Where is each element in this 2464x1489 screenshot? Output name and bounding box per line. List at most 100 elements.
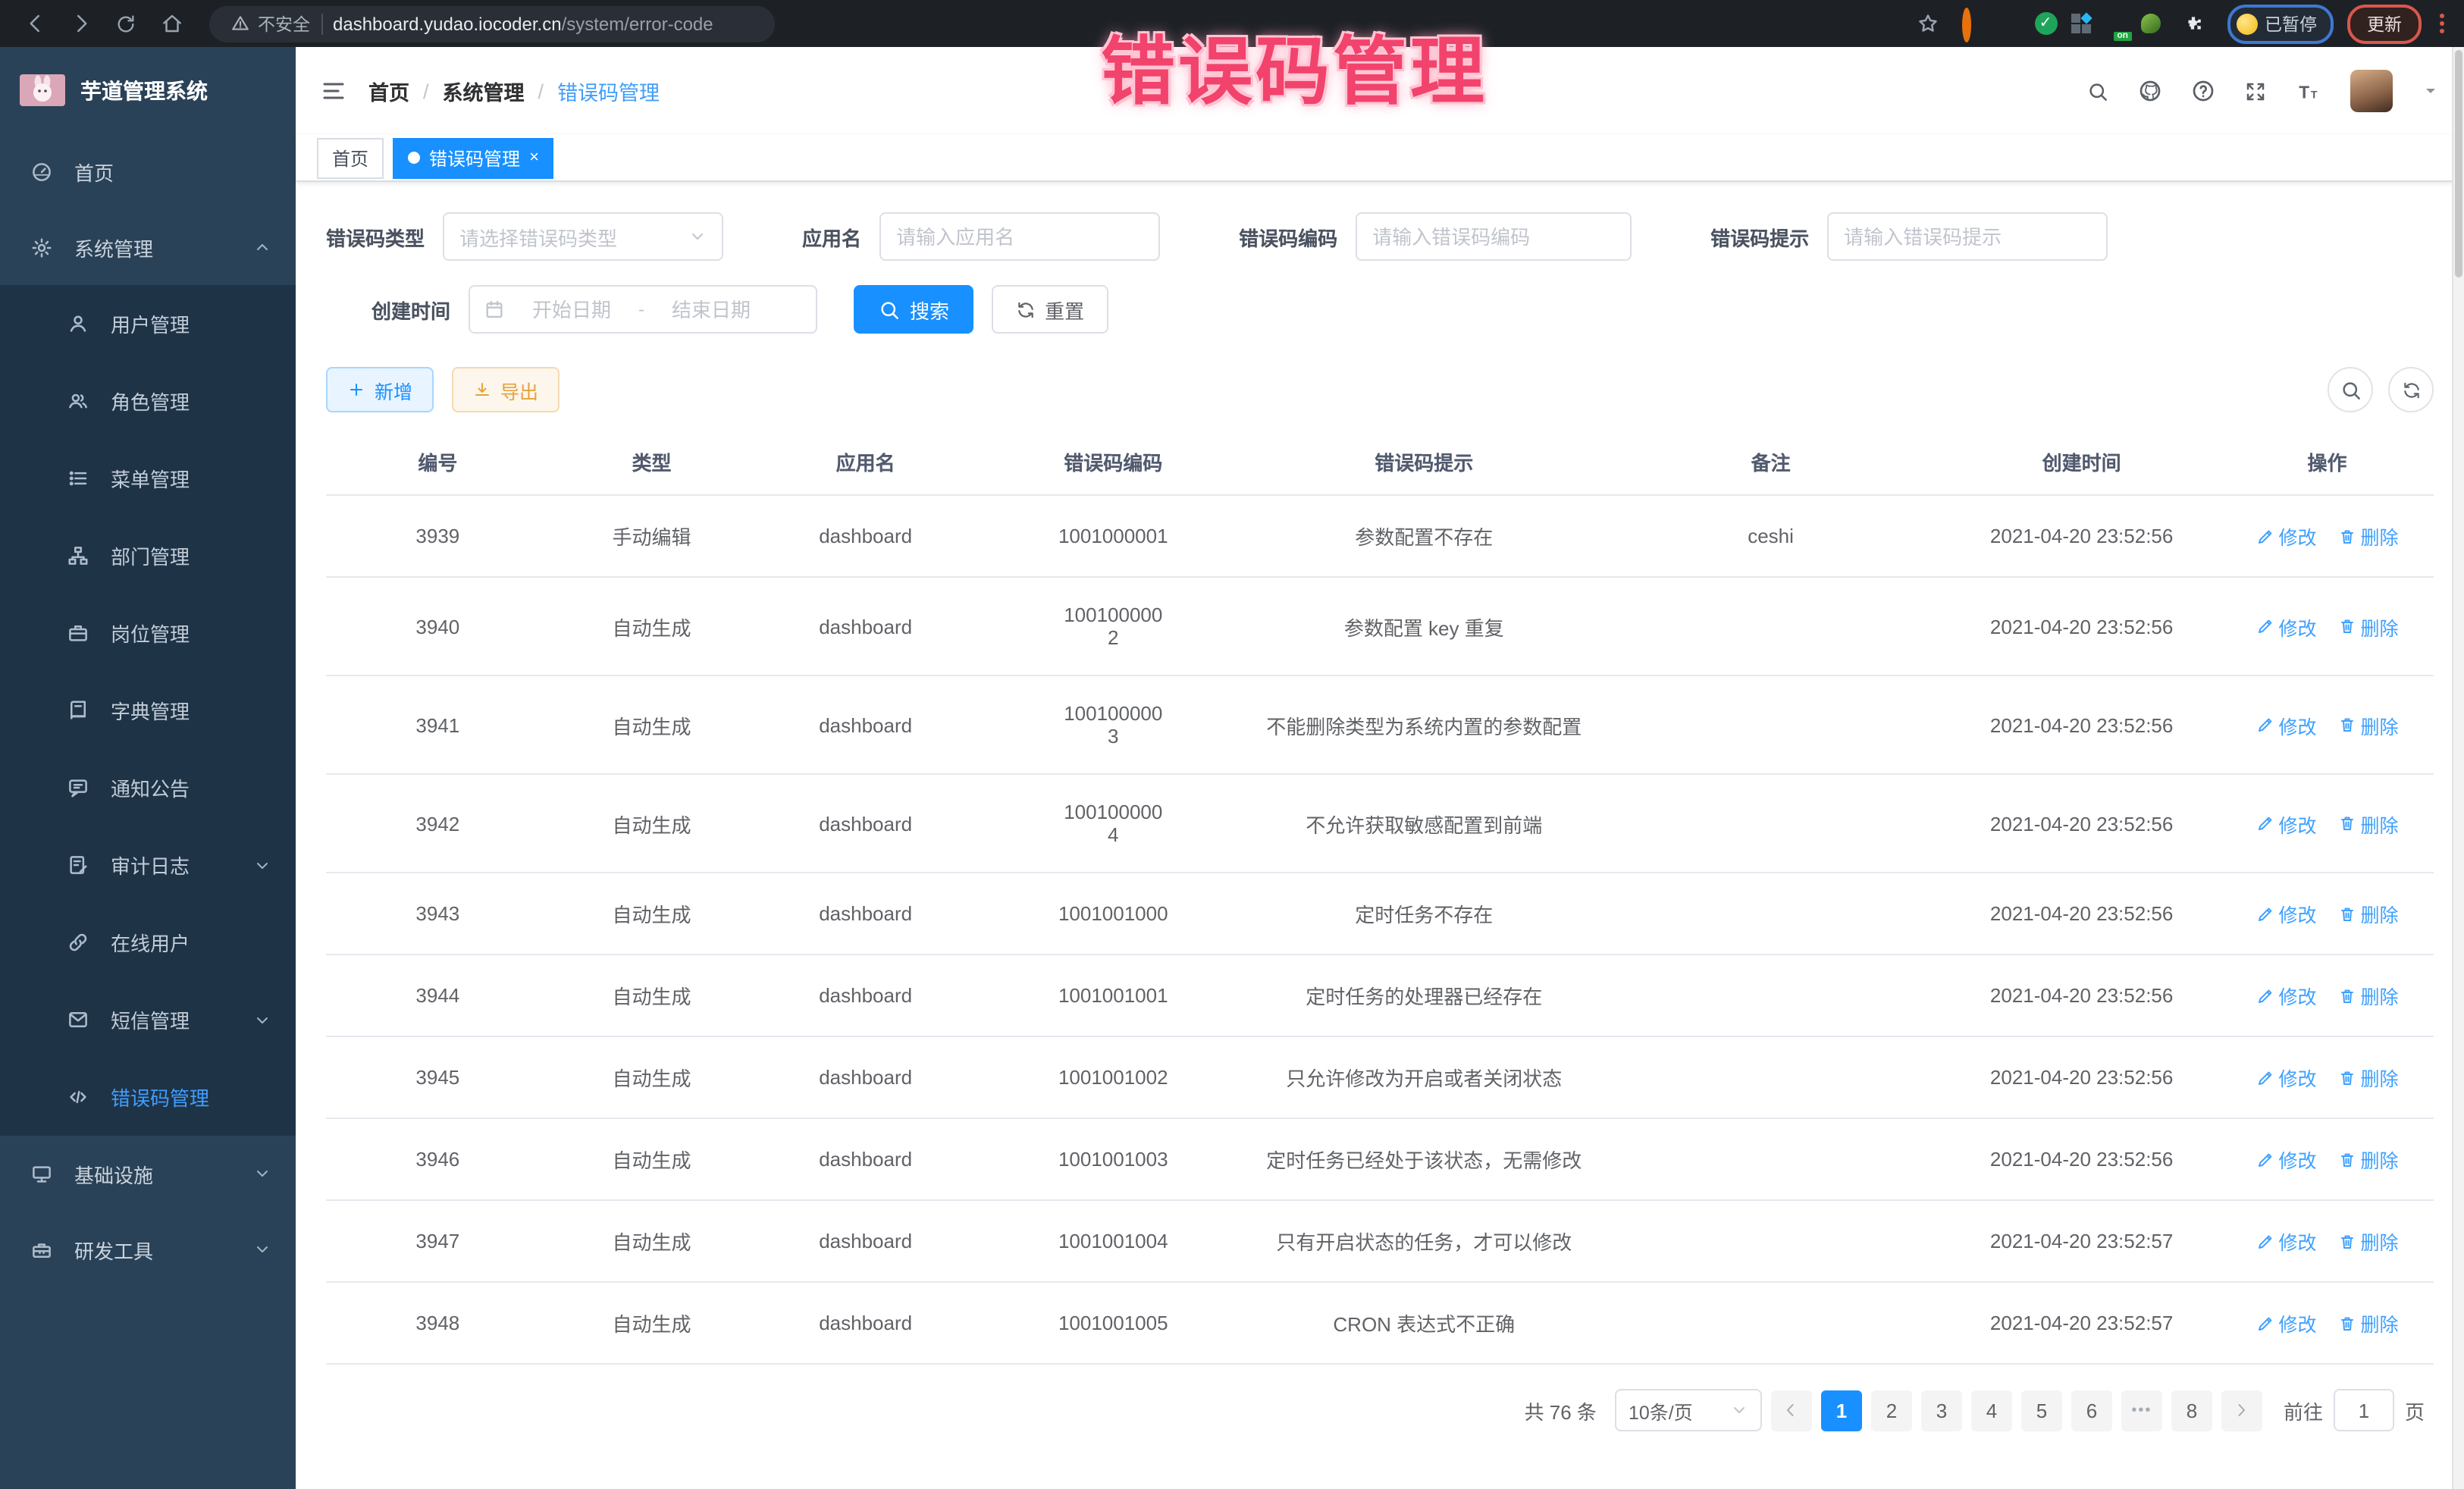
- fullscreen-icon[interactable]: [2244, 80, 2267, 102]
- forward-icon[interactable]: [61, 5, 100, 42]
- delete-button[interactable]: 删除: [2338, 809, 2399, 838]
- cell-code: 100100000 4: [977, 774, 1249, 873]
- sidebar-item-auditlog[interactable]: 审计日志: [0, 826, 296, 904]
- extension-puzzle-icon[interactable]: [2174, 5, 2213, 42]
- app-name-input[interactable]: [879, 212, 1160, 261]
- caret-down-icon[interactable]: [2422, 82, 2440, 100]
- toggle-search-button[interactable]: [2328, 367, 2373, 412]
- extension-blue-icon[interactable]: [1998, 12, 2020, 35]
- delete-button[interactable]: 删除: [2338, 1145, 2399, 1174]
- sidebar-item-dict[interactable]: 字典管理: [0, 672, 296, 749]
- page-button-6[interactable]: 6: [2071, 1390, 2112, 1431]
- url-text[interactable]: dashboard.yudao.iocoder.cn/system/error-…: [333, 13, 713, 34]
- delete-button[interactable]: 删除: [2338, 1309, 2399, 1337]
- extension-grid-icon[interactable]: [2071, 14, 2090, 33]
- smiley-icon: [2236, 13, 2257, 34]
- more-pages-button[interactable]: •••: [2121, 1390, 2162, 1431]
- sidebar-item-system[interactable]: 系统管理: [0, 209, 296, 285]
- delete-button[interactable]: 删除: [2338, 1063, 2399, 1092]
- extension-green-check-icon[interactable]: ✓: [2034, 12, 2057, 35]
- trash-icon: [2338, 617, 2356, 635]
- delete-button[interactable]: 删除: [2338, 981, 2399, 1010]
- page-button-4[interactable]: 4: [1971, 1390, 2012, 1431]
- end-date-input[interactable]: [654, 296, 769, 322]
- edit-button[interactable]: 修改: [2256, 710, 2317, 739]
- edit-button[interactable]: 修改: [2256, 1145, 2317, 1174]
- close-tag-icon[interactable]: ×: [529, 149, 539, 166]
- extension-onetab-icon[interactable]: on: [2104, 12, 2127, 35]
- extension-key-icon[interactable]: [2140, 14, 2160, 33]
- back-icon[interactable]: [15, 5, 55, 42]
- sidebar-item-user[interactable]: 用户管理: [0, 285, 296, 362]
- book-icon: [67, 699, 89, 722]
- breadcrumb-system[interactable]: 系统管理: [443, 76, 525, 106]
- edit-button[interactable]: 修改: [2256, 522, 2317, 550]
- date-range-picker[interactable]: -: [469, 285, 817, 334]
- sidebar-item-devtools[interactable]: 研发工具: [0, 1212, 296, 1287]
- add-button[interactable]: 新增: [326, 367, 434, 412]
- page-button-5[interactable]: 5: [2021, 1390, 2062, 1431]
- sidebar-item-menu[interactable]: 菜单管理: [0, 440, 296, 517]
- page-button-1[interactable]: 1: [1821, 1390, 1862, 1431]
- edit-button[interactable]: 修改: [2256, 809, 2317, 838]
- logo[interactable]: 芋道管理系统: [0, 47, 296, 133]
- scrollbar[interactable]: [2452, 47, 2464, 1489]
- paused-badge[interactable]: 已暂停: [2227, 4, 2334, 43]
- sidebar-item-notice[interactable]: 通知公告: [0, 749, 296, 826]
- browser-menu-icon[interactable]: [2435, 14, 2449, 33]
- reload-icon[interactable]: [106, 5, 146, 42]
- next-page-button[interactable]: [2221, 1390, 2262, 1431]
- breadcrumb-home[interactable]: 首页: [368, 76, 409, 106]
- delete-button[interactable]: 删除: [2338, 1227, 2399, 1255]
- reset-button[interactable]: 重置: [992, 285, 1108, 334]
- goto-page-input[interactable]: [2334, 1389, 2394, 1431]
- page-button-8[interactable]: 8: [2171, 1390, 2212, 1431]
- sidebar-item-dept[interactable]: 部门管理: [0, 517, 296, 594]
- error-type-select[interactable]: 请选择错误码类型: [443, 212, 723, 261]
- sidebar-item-post[interactable]: 岗位管理: [0, 594, 296, 672]
- browser-update-button[interactable]: 更新: [2347, 4, 2422, 43]
- start-date-input[interactable]: [514, 296, 629, 322]
- address-bar[interactable]: 不安全 dashboard.yudao.iocoder.cn/system/er…: [209, 5, 775, 42]
- search-button[interactable]: 搜索: [854, 285, 973, 334]
- export-button[interactable]: 导出: [452, 367, 560, 412]
- help-icon[interactable]: [2191, 79, 2215, 103]
- edit-button[interactable]: 修改: [2256, 899, 2317, 928]
- error-code-input[interactable]: [1356, 212, 1632, 261]
- delete-button[interactable]: 删除: [2338, 522, 2399, 550]
- prev-page-button[interactable]: [1771, 1390, 1812, 1431]
- edit-button[interactable]: 修改: [2256, 1309, 2317, 1337]
- font-size-icon[interactable]: TT: [2296, 78, 2321, 104]
- cell-actions: 修改删除: [2221, 1282, 2434, 1364]
- edit-button[interactable]: 修改: [2256, 1063, 2317, 1092]
- security-label[interactable]: 不安全: [258, 11, 310, 36]
- extension-orange-icon[interactable]: [1961, 12, 1984, 35]
- hamburger-icon[interactable]: [320, 77, 347, 105]
- home-icon[interactable]: [152, 5, 191, 42]
- bookmark-star-icon[interactable]: [1908, 5, 1948, 42]
- tag-home[interactable]: 首页: [317, 137, 384, 178]
- edit-button[interactable]: 修改: [2256, 981, 2317, 1010]
- refresh-table-button[interactable]: [2388, 367, 2434, 412]
- tag-errorcode[interactable]: 错误码管理×: [393, 137, 554, 178]
- github-icon[interactable]: [2138, 79, 2162, 103]
- sidebar-item-sms[interactable]: 短信管理: [0, 981, 296, 1058]
- delete-button[interactable]: 删除: [2338, 899, 2399, 928]
- sidebar-item-errorcode[interactable]: 错误码管理: [0, 1058, 296, 1136]
- error-msg-input[interactable]: [1827, 212, 2108, 261]
- search-icon[interactable]: [2086, 80, 2109, 102]
- scrollbar-thumb[interactable]: [2455, 50, 2462, 277]
- page-size-select[interactable]: 10条/页: [1615, 1389, 1762, 1431]
- sidebar-item-role[interactable]: 角色管理: [0, 362, 296, 440]
- avatar[interactable]: [2350, 70, 2393, 112]
- page-button-3[interactable]: 3: [1921, 1390, 1962, 1431]
- sidebar-item-infra[interactable]: 基础设施: [0, 1136, 296, 1212]
- sidebar-item-home[interactable]: 首页: [0, 133, 296, 209]
- sidebar-item-online[interactable]: 在线用户: [0, 904, 296, 981]
- edit-button[interactable]: 修改: [2256, 1227, 2317, 1255]
- delete-button[interactable]: 删除: [2338, 612, 2399, 641]
- page-button-2[interactable]: 2: [1871, 1390, 1912, 1431]
- edit-button[interactable]: 修改: [2256, 612, 2317, 641]
- delete-button[interactable]: 删除: [2338, 710, 2399, 739]
- breadcrumb-current[interactable]: 错误码管理: [557, 76, 660, 106]
